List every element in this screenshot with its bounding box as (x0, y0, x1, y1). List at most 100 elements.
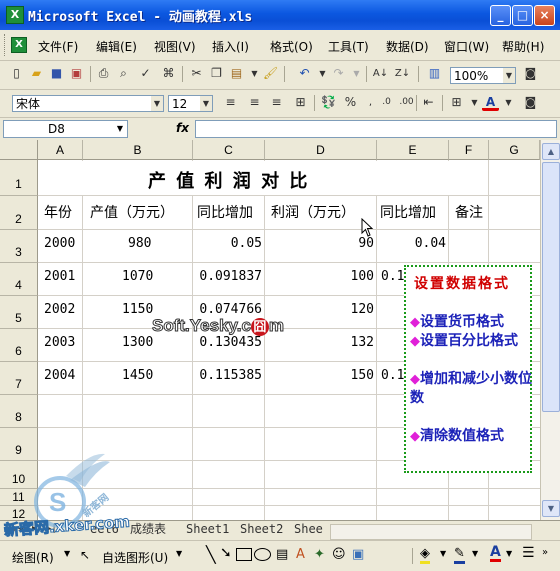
zoom-select[interactable]: 100% ▼ (450, 67, 516, 84)
cell-d6[interactable]: 132 (264, 335, 374, 350)
column-header-g[interactable]: G (489, 140, 540, 160)
increase-decimal-icon[interactable]: .0 (378, 94, 395, 111)
arrow-icon[interactable]: ➘ (220, 545, 232, 561)
cell-c7[interactable]: 0.115385 (192, 368, 262, 383)
toolbar-options-icon[interactable]: ◙ (522, 65, 539, 82)
select-all-corner[interactable] (0, 140, 38, 160)
menu-window[interactable]: 窗口(W) (444, 38, 489, 55)
fill-color-icon[interactable]: ◈ (420, 546, 430, 564)
copy-icon[interactable]: ❐ (208, 65, 225, 82)
minimize-button[interactable]: _ (490, 5, 511, 26)
picture-icon[interactable]: ▣ (352, 547, 364, 562)
cell-c3[interactable]: 0.05 (192, 236, 262, 251)
header-profit[interactable]: 利润（万元） (271, 202, 355, 222)
cell-b7[interactable]: 1450 (122, 368, 153, 383)
line-style-icon[interactable]: ☰ (522, 545, 535, 561)
redo-icon[interactable]: ↷ (330, 65, 347, 82)
menu-tools[interactable]: 工具(T) (328, 38, 369, 55)
research-icon[interactable]: ⌘ (160, 65, 177, 82)
header-output[interactable]: 产值（万元） (90, 202, 174, 222)
chart-wizard-icon[interactable]: ▥ (426, 65, 443, 82)
column-header-a[interactable]: A (38, 140, 83, 160)
merge-center-icon[interactable]: ⊞ (292, 94, 309, 111)
align-center-icon[interactable]: ≡ (246, 94, 263, 111)
sheet-title[interactable]: 产 值 利 润 对 比 (148, 167, 309, 193)
menu-file[interactable]: 文件(F) (38, 38, 78, 55)
row-header-4[interactable]: 4 (0, 263, 38, 296)
print-preview-icon[interactable]: ⌕ (115, 65, 132, 82)
chevron-down-icon[interactable]: ▼ (506, 549, 512, 558)
row-header-2[interactable]: 2 (0, 196, 38, 230)
excel-app-icon[interactable]: X (6, 6, 24, 24)
oval-icon[interactable] (254, 548, 271, 561)
format-painter-icon[interactable]: 🖌 (262, 65, 279, 82)
menu-insert[interactable]: 插入(I) (212, 38, 249, 55)
scroll-thumb[interactable] (542, 162, 560, 412)
cell-a7[interactable]: 2004 (44, 368, 75, 383)
header-profit-growth[interactable]: 同比增加 (380, 202, 436, 222)
cell-d3[interactable]: 90 (264, 236, 374, 251)
scroll-up-icon[interactable]: ▲ (542, 143, 560, 160)
decrease-decimal-icon[interactable]: .00 (398, 94, 415, 111)
chevron-down-icon[interactable]: ▼ (503, 68, 515, 83)
undo-icon[interactable]: ↶ (296, 65, 313, 82)
chevron-down-icon[interactable]: ▼ (200, 96, 212, 111)
decrease-indent-icon[interactable]: ⇤ (420, 94, 437, 111)
paste-icon[interactable]: ▤ (228, 65, 245, 82)
percent-style-icon[interactable]: % (342, 94, 359, 111)
font-color-dropdown-icon[interactable]: ▼ (500, 94, 517, 111)
cell-a5[interactable]: 2002 (44, 302, 75, 317)
close-button[interactable]: × (534, 5, 555, 26)
menu-format[interactable]: 格式(O) (270, 38, 313, 55)
draw-font-color-icon[interactable]: A (490, 545, 501, 562)
column-header-b[interactable]: B (83, 140, 193, 160)
row-header-7[interactable]: 7 (0, 362, 38, 395)
cell-c4[interactable]: 0.091837 (192, 269, 262, 284)
cell-a3[interactable]: 2000 (44, 236, 75, 251)
row-header-5[interactable]: 5 (0, 296, 38, 329)
redo-dropdown-icon[interactable]: ▼ (348, 65, 365, 82)
chevron-down-icon[interactable]: ▼ (113, 121, 127, 137)
toolbar-grip[interactable] (4, 34, 8, 56)
cell-d5[interactable]: 120 (264, 302, 374, 317)
cell-a4[interactable]: 2001 (44, 269, 75, 284)
workbook-icon[interactable]: X (11, 37, 27, 53)
toolbar-options-icon[interactable]: ◙ (522, 94, 539, 111)
wordart-icon[interactable]: A (296, 547, 305, 562)
font-color-icon[interactable]: A (482, 94, 499, 111)
horizontal-scrollbar[interactable] (330, 524, 532, 540)
column-header-d[interactable]: D (265, 140, 377, 160)
toolbar-options-icon[interactable]: » (542, 547, 548, 558)
row-header-1[interactable]: 1 (0, 160, 38, 196)
cell-d7[interactable]: 150 (264, 368, 374, 383)
undo-dropdown-icon[interactable]: ▼ (314, 65, 331, 82)
save-icon[interactable]: ■ (48, 65, 65, 82)
new-icon[interactable]: ▯ (8, 65, 25, 82)
line-icon[interactable]: ╲ (206, 545, 216, 564)
cell-c5[interactable]: 0.074766 (192, 302, 262, 317)
clipart-icon[interactable]: ☺ (332, 547, 346, 562)
chevron-down-icon[interactable]: ▼ (176, 549, 182, 558)
paste-dropdown-icon[interactable]: ▼ (246, 65, 263, 82)
name-box[interactable]: D8 ▼ (3, 120, 128, 138)
open-icon[interactable]: ▰ (28, 65, 45, 82)
maximize-button[interactable]: □ (512, 5, 533, 26)
rectangle-icon[interactable] (236, 548, 252, 561)
borders-dropdown-icon[interactable]: ▼ (466, 94, 483, 111)
permission-icon[interactable]: ▣ (68, 65, 85, 82)
header-year[interactable]: 年份 (44, 202, 72, 222)
menu-edit[interactable]: 编辑(E) (96, 38, 137, 55)
sort-descending-icon[interactable]: Z↓ (394, 65, 411, 82)
menu-view[interactable]: 视图(V) (154, 38, 196, 55)
menu-data[interactable]: 数据(D) (386, 38, 429, 55)
align-right-icon[interactable]: ≡ (268, 94, 285, 111)
chevron-down-icon[interactable]: ▼ (151, 96, 163, 111)
scroll-down-icon[interactable]: ▼ (542, 500, 560, 517)
column-header-f[interactable]: F (449, 140, 489, 160)
diagram-icon[interactable]: ✦ (314, 547, 325, 562)
cell-b5[interactable]: 1150 (122, 302, 153, 317)
comma-style-icon[interactable]: , (362, 94, 379, 111)
insert-function-icon[interactable]: fx (176, 121, 189, 135)
tab-sheet2[interactable]: Sheet2 (240, 521, 283, 538)
row-header-6[interactable]: 6 (0, 329, 38, 362)
